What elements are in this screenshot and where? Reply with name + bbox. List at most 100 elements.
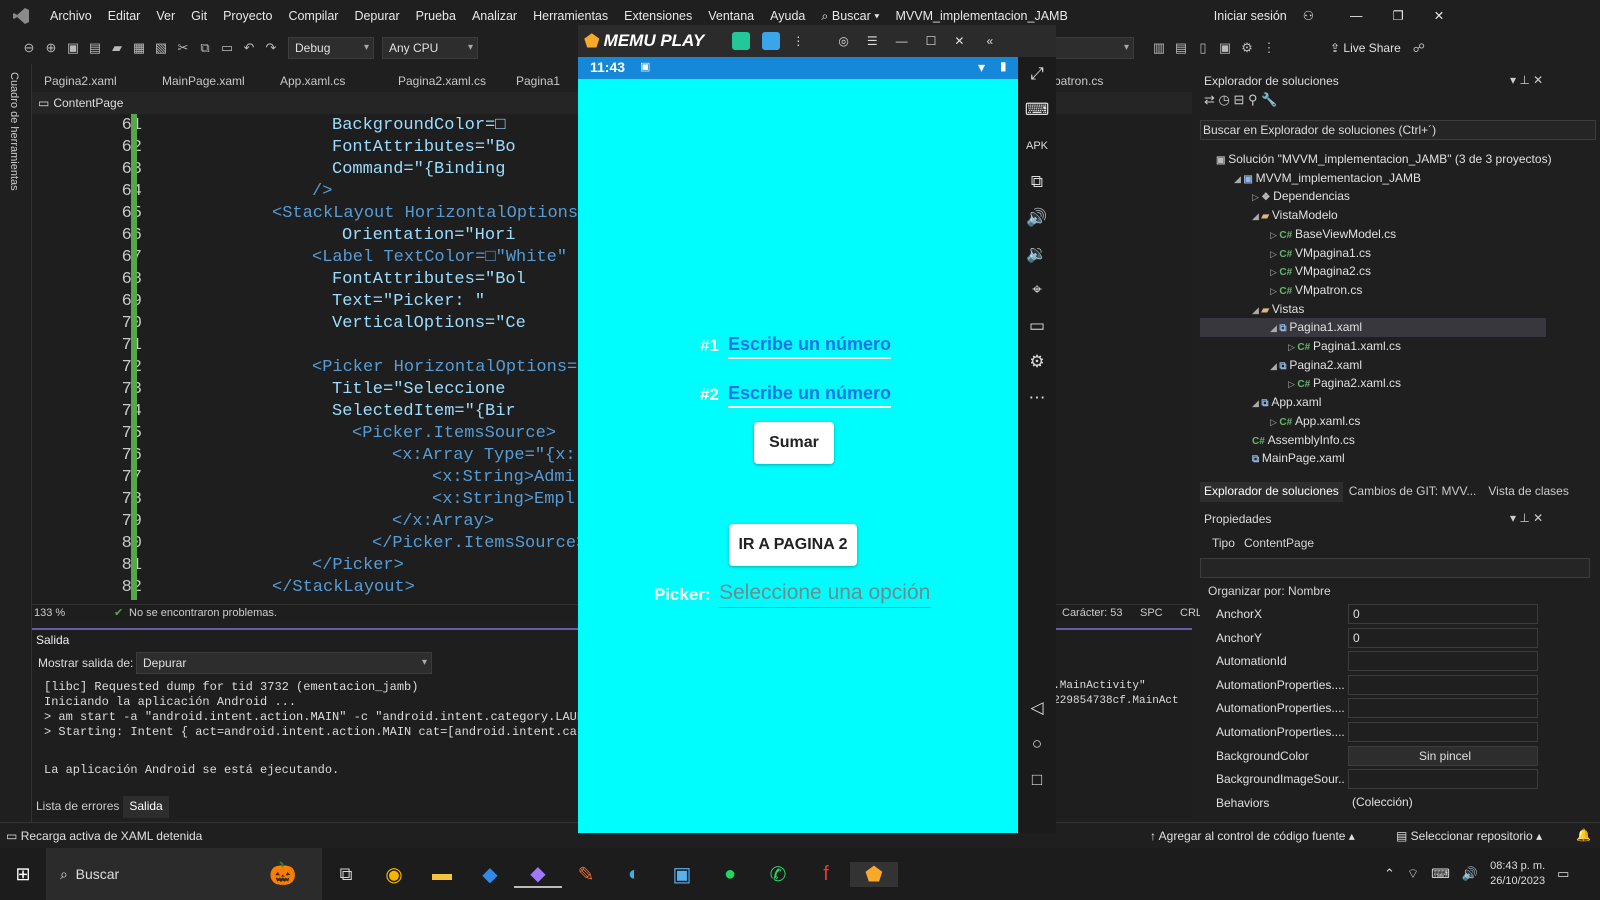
expand-arrow-icon[interactable]: ▷: [1270, 230, 1279, 240]
code-line[interactable]: VerticalOptions="Ce: [332, 314, 526, 333]
toolbar-icon-e[interactable]: ⚙: [1236, 37, 1258, 59]
tree-item[interactable]: ▷ C# BaseViewModel.cs: [1270, 225, 1396, 244]
menu-analizar[interactable]: Analizar: [464, 0, 525, 32]
code-line[interactable]: </x:Array>: [392, 512, 494, 531]
memu-taskbar-icon[interactable]: ⬟: [850, 861, 898, 887]
expand-arrow-icon[interactable]: ▷: [1270, 249, 1279, 259]
forward-icon[interactable]: ⊕: [40, 37, 62, 59]
tab-pagina2-xaml-cs[interactable]: Pagina2.xaml.cs: [386, 70, 504, 92]
tree-item[interactable]: ◢ ⧉ App.xaml: [1252, 393, 1321, 412]
code-line[interactable]: <Picker HorizontalOptions=: [312, 358, 577, 377]
more-options-icon[interactable]: ⋯: [1024, 385, 1050, 411]
tab-app-xaml-cs[interactable]: App.xaml.cs: [268, 70, 386, 92]
memu-more-icon[interactable]: ⋮: [792, 34, 804, 48]
save-all-icon[interactable]: ▧: [150, 37, 172, 59]
filter-icon[interactable]: ⚲: [1248, 92, 1258, 107]
memu-account-icon[interactable]: ◎: [838, 34, 848, 48]
property-value[interactable]: [1348, 722, 1538, 742]
number1-entry[interactable]: Escribe un número: [728, 334, 892, 359]
store-icon[interactable]: ▣: [658, 862, 706, 887]
tab-error-list[interactable]: Lista de errores: [32, 796, 123, 818]
expand-arrow-icon[interactable]: ◢: [1252, 398, 1261, 408]
memu-minimize-icon[interactable]: —: [896, 34, 908, 48]
clock[interactable]: 08:43 p. m. 26/10/2023: [1490, 859, 1545, 889]
android-home-icon[interactable]: ○: [1024, 731, 1050, 757]
code-line[interactable]: </Picker>: [312, 556, 404, 575]
memu-multi-icon[interactable]: [762, 32, 781, 50]
option-picker[interactable]: Seleccione una opción: [719, 581, 931, 608]
android-recents-icon[interactable]: □: [1024, 767, 1050, 793]
pin-icon[interactable]: ▾ ⊥ ✕: [1510, 73, 1543, 87]
save-icon[interactable]: ▦: [128, 37, 150, 59]
menu-depurar[interactable]: Depurar: [346, 0, 407, 32]
tree-item[interactable]: ▣ Solución "MVVM_implementacion_JAMB" (3…: [1216, 150, 1552, 169]
expand-arrow-icon[interactable]: ▷: [1270, 286, 1279, 296]
number2-entry[interactable]: Escribe un número: [728, 383, 892, 408]
tree-item[interactable]: C# AssemblyInfo.cs: [1252, 431, 1355, 450]
tree-item[interactable]: ▷ C# Pagina2.xaml.cs: [1288, 374, 1401, 393]
properties-search-input[interactable]: [1200, 558, 1590, 578]
tree-item[interactable]: ◢ ▰ Vistas: [1252, 300, 1304, 319]
sum-button[interactable]: Sumar: [754, 422, 834, 464]
new-project-icon[interactable]: ▣: [62, 37, 84, 59]
signin-link[interactable]: Iniciar sesión: [1206, 0, 1295, 32]
memu-menu-icon[interactable]: ☰: [867, 34, 878, 48]
output-source-select[interactable]: Depurar: [136, 652, 432, 674]
menu-prueba[interactable]: Prueba: [408, 0, 464, 32]
property-value[interactable]: [1348, 698, 1538, 719]
expand-arrow-icon[interactable]: ▷: [1252, 192, 1261, 202]
tree-item[interactable]: ▷ C# App.xaml.cs: [1270, 412, 1360, 431]
tree-item[interactable]: ◢ ▣ MVVM_implementacion_JAMB: [1234, 169, 1421, 188]
notification-bell-icon[interactable]: 🔔: [1576, 828, 1591, 842]
property-value[interactable]: 0: [1348, 604, 1538, 624]
add-source-control[interactable]: ↑ Agregar al control de código fuente ▴: [1150, 829, 1355, 843]
code-line[interactable]: SelectedItem="{Bir: [332, 402, 516, 421]
tab-pagina2-xaml[interactable]: Pagina2.xaml: [32, 70, 150, 92]
code-line[interactable]: <Label TextColor=□"White": [312, 248, 567, 267]
paste-icon[interactable]: ▭: [216, 37, 238, 59]
tab-output[interactable]: Salida: [123, 796, 169, 818]
property-value[interactable]: 0: [1348, 627, 1538, 648]
visual-studio-icon[interactable]: ◆: [514, 861, 562, 888]
keyboard-icon[interactable]: ⌨: [1431, 866, 1450, 882]
close-icon[interactable]: ✕: [1426, 0, 1452, 32]
memu-maximize-icon[interactable]: ☐: [926, 34, 937, 48]
apk-install-icon[interactable]: APK: [1024, 133, 1050, 159]
vscode-icon[interactable]: ◆: [466, 862, 514, 887]
menu-ver[interactable]: Ver: [148, 0, 183, 32]
undo-icon[interactable]: ↶: [238, 37, 260, 59]
memu-collapse-icon[interactable]: «: [986, 34, 993, 48]
code-line[interactable]: </StackLayout>: [272, 578, 415, 597]
account-icon[interactable]: ⚇: [1295, 0, 1322, 32]
keyboard-mapping-icon[interactable]: ⌨: [1024, 97, 1050, 123]
whatsapp-icon[interactable]: ✆: [754, 862, 802, 887]
tray-chevron-icon[interactable]: ⌃: [1384, 866, 1395, 882]
memu-app-icon[interactable]: [732, 32, 751, 50]
back-icon[interactable]: ⊖: [18, 37, 40, 59]
minimize-icon[interactable]: —: [1342, 0, 1371, 32]
code-line[interactable]: FontAttributes="Bo: [332, 138, 516, 157]
tree-item[interactable]: ◢ ▰ VistaModelo: [1252, 206, 1338, 225]
menu-proyecto[interactable]: Proyecto: [215, 0, 280, 32]
problems-status[interactable]: No se encontraron problemas.: [129, 607, 277, 619]
expand-arrow-icon[interactable]: ▷: [1270, 417, 1279, 427]
tab-class-view[interactable]: Vista de clases: [1482, 482, 1575, 502]
property-value[interactable]: (Colección): [1348, 792, 1538, 813]
spacing-mode[interactable]: SPC: [1140, 607, 1163, 619]
spotify-icon[interactable]: ●: [706, 863, 754, 886]
toolbox-label[interactable]: Cuadro de herramientas: [8, 72, 20, 191]
windows-start-icon[interactable]: ⊞: [0, 864, 46, 885]
expand-arrow-icon[interactable]: ▷: [1288, 342, 1297, 352]
add-item-icon[interactable]: ▤: [84, 37, 106, 59]
property-value[interactable]: [1348, 769, 1538, 790]
toolbar-icon-d[interactable]: ▣: [1214, 37, 1236, 59]
hot-reload-status[interactable]: ▭ Recarga activa de XAML detenida: [6, 829, 202, 843]
go-page2-button[interactable]: IR A PAGINA 2: [729, 524, 857, 566]
tab-mainpage-xaml[interactable]: MainPage.xaml: [150, 70, 268, 92]
android-back-icon[interactable]: ◁: [1024, 695, 1050, 721]
settings-gear-icon[interactable]: ⚙: [1024, 349, 1050, 375]
wrench-icon[interactable]: 🔧: [1261, 92, 1277, 107]
code-line[interactable]: </Picker.ItemsSource>: [372, 534, 586, 553]
code-line[interactable]: <x:String>Empl: [432, 490, 575, 509]
tab-solution-explorer[interactable]: Explorador de soluciones: [1200, 482, 1343, 502]
